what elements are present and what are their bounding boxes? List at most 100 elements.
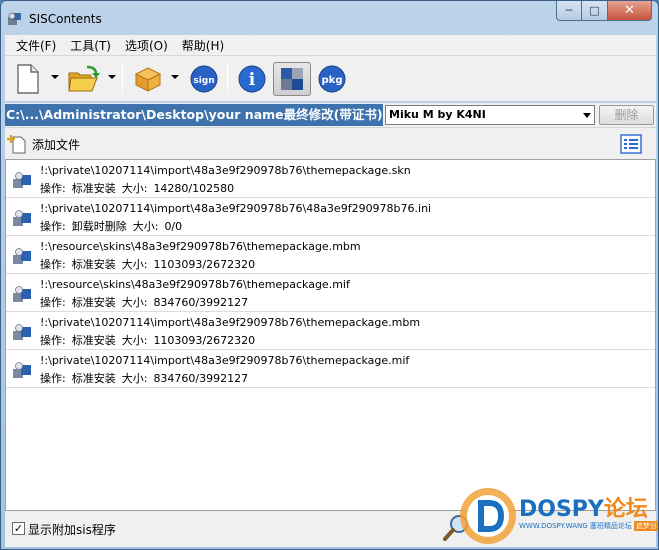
- list-item[interactable]: !:\private\10207114\import\48a3e9f290978…: [6, 350, 655, 388]
- menu-options[interactable]: 选项(O): [118, 37, 175, 54]
- file-detail: 操作: 标准安装 大小: 834760/3992127: [40, 294, 254, 310]
- package-dropdown-arrow[interactable]: [171, 75, 179, 79]
- add-files-bar: 添加文件: [5, 127, 656, 159]
- file-detail: 操作: 卸载时删除 大小: 0/0: [40, 218, 188, 234]
- menu-bar: 文件(F) 工具(T) 选项(O) 帮助(H): [5, 35, 656, 55]
- list-item[interactable]: !:\resource\skins\48a3e9f290978b76\theme…: [6, 274, 655, 312]
- sign-button[interactable]: sign: [187, 62, 221, 96]
- sis-path-display[interactable]: C:\...\Administrator\Desktop\your name最终…: [5, 104, 383, 126]
- open-button[interactable]: [65, 62, 103, 96]
- add-file-label: 添加文件: [32, 137, 81, 152]
- size-value: 1103093/2672320: [153, 258, 256, 271]
- info-button[interactable]: i: [235, 62, 269, 96]
- file-path: !:\private\10207114\import\48a3e9f290978…: [40, 316, 421, 329]
- dospy-subtitle: WWW.DOSPY.WANG 塞班精品论坛追梦分享号: [519, 521, 658, 531]
- file-path: !:\resource\skins\48a3e9f290978b76\theme…: [40, 240, 361, 253]
- file-list[interactable]: !:\private\10207114\import\48a3e9f290978…: [5, 159, 656, 511]
- window-controls: ─ □ ✕: [556, 1, 652, 21]
- size-label: 大小:: [121, 182, 148, 195]
- operation-label: 操作:: [40, 220, 66, 233]
- info-icon: i: [238, 65, 266, 93]
- file-path: !:\resource\skins\48a3e9f290978b76\theme…: [40, 278, 350, 291]
- menu-file[interactable]: 文件(F): [9, 37, 63, 54]
- show-embedded-sis-checkbox[interactable]: ✓: [12, 522, 25, 535]
- size-label: 大小:: [132, 220, 159, 233]
- close-button[interactable]: ✕: [608, 1, 652, 21]
- list-view-icon[interactable]: [620, 134, 642, 154]
- minimize-button[interactable]: ─: [556, 1, 582, 21]
- operation-value: 标准安装: [71, 182, 116, 195]
- menu-tools[interactable]: 工具(T): [63, 37, 118, 54]
- file-detail: 操作: 标准安装 大小: 1103093/2672320: [40, 332, 261, 348]
- install-file-icon: [13, 210, 31, 226]
- pkg-button[interactable]: pkg: [315, 62, 349, 96]
- new-button[interactable]: [13, 62, 43, 96]
- size-label: 大小:: [121, 334, 148, 347]
- open-dropdown-arrow[interactable]: [108, 75, 116, 79]
- install-file-icon: [13, 172, 31, 188]
- file-detail: 操作: 标准安装 大小: 14280/102580: [40, 180, 240, 196]
- open-folder-icon: [68, 65, 100, 92]
- list-item[interactable]: !:\resource\skins\48a3e9f290978b76\theme…: [6, 236, 655, 274]
- package-button[interactable]: [131, 62, 165, 96]
- title-bar[interactable]: SISContents ─ □ ✕: [1, 1, 658, 35]
- operation-label: 操作:: [40, 296, 66, 309]
- svg-text:sign: sign: [193, 76, 214, 86]
- contents-view-button[interactable]: [273, 62, 311, 96]
- app-icon: [8, 12, 21, 25]
- toolbar-separator: [122, 64, 123, 94]
- sign-icon: sign: [190, 65, 218, 93]
- dospy-logo: [460, 488, 516, 544]
- list-item[interactable]: !:\private\10207114\import\48a3e9f290978…: [6, 160, 655, 198]
- operation-value: 卸载时删除: [71, 220, 127, 233]
- file-path: !:\private\10207114\import\48a3e9f290978…: [40, 164, 411, 177]
- operation-value: 标准安装: [71, 372, 116, 385]
- contents-view-icon: [281, 68, 303, 90]
- language-select-value: Miku M by K4NI: [389, 108, 486, 121]
- show-embedded-sis-label[interactable]: 显示附加sis程序: [28, 521, 116, 538]
- menu-help[interactable]: 帮助(H): [175, 37, 231, 54]
- list-item[interactable]: !:\private\10207114\import\48a3e9f290978…: [6, 312, 655, 350]
- chevron-down-icon: [583, 113, 591, 118]
- size-label: 大小:: [121, 258, 148, 271]
- size-value: 834760/3992127: [153, 296, 249, 309]
- size-value: 1103093/2672320: [153, 334, 256, 347]
- list-item[interactable]: !:\private\10207114\import\48a3e9f290978…: [6, 198, 655, 236]
- delete-button[interactable]: 删除: [599, 105, 654, 125]
- pkg-icon: pkg: [318, 65, 346, 93]
- toolbar: sign i pkg: [5, 55, 656, 101]
- file-path: !:\private\10207114\import\48a3e9f290978…: [40, 354, 410, 367]
- file-detail: 操作: 标准安装 大小: 834760/3992127: [40, 370, 254, 386]
- add-file-button[interactable]: 添加文件: [7, 134, 80, 154]
- svg-text:i: i: [249, 70, 256, 90]
- language-select[interactable]: Miku M by K4NI: [385, 105, 595, 125]
- dospy-watermark: DOSPY论坛 WWW.DOSPY.WANG 塞班精品论坛追梦分享号: [457, 485, 658, 549]
- operation-value: 标准安装: [71, 334, 116, 347]
- operation-label: 操作:: [40, 182, 66, 195]
- install-file-icon: [13, 248, 31, 264]
- add-file-icon: [7, 135, 26, 154]
- window-title: SISContents: [29, 12, 102, 26]
- install-file-icon: [13, 286, 31, 302]
- size-value: 0/0: [164, 220, 183, 233]
- size-value: 834760/3992127: [153, 372, 249, 385]
- new-file-icon: [17, 64, 39, 94]
- size-value: 14280/102580: [153, 182, 235, 195]
- size-label: 大小:: [121, 372, 148, 385]
- svg-text:pkg: pkg: [322, 75, 343, 86]
- install-file-icon: [13, 362, 31, 378]
- path-bar: C:\...\Administrator\Desktop\your name最终…: [5, 103, 656, 127]
- app-window: SISContents ─ □ ✕ 文件(F) 工具(T) 选项(O) 帮助(H…: [0, 0, 659, 550]
- toolbar-separator: [227, 64, 228, 94]
- size-label: 大小:: [121, 296, 148, 309]
- operation-value: 标准安装: [71, 258, 116, 271]
- operation-label: 操作:: [40, 334, 66, 347]
- file-detail: 操作: 标准安装 大小: 1103093/2672320: [40, 256, 261, 272]
- dospy-brand: DOSPY论坛: [519, 497, 648, 522]
- maximize-button[interactable]: □: [582, 1, 608, 21]
- file-path: !:\private\10207114\import\48a3e9f290978…: [40, 202, 432, 215]
- operation-label: 操作:: [40, 372, 66, 385]
- install-file-icon: [13, 324, 31, 340]
- package-box-icon: [134, 67, 162, 92]
- new-dropdown-arrow[interactable]: [51, 75, 59, 79]
